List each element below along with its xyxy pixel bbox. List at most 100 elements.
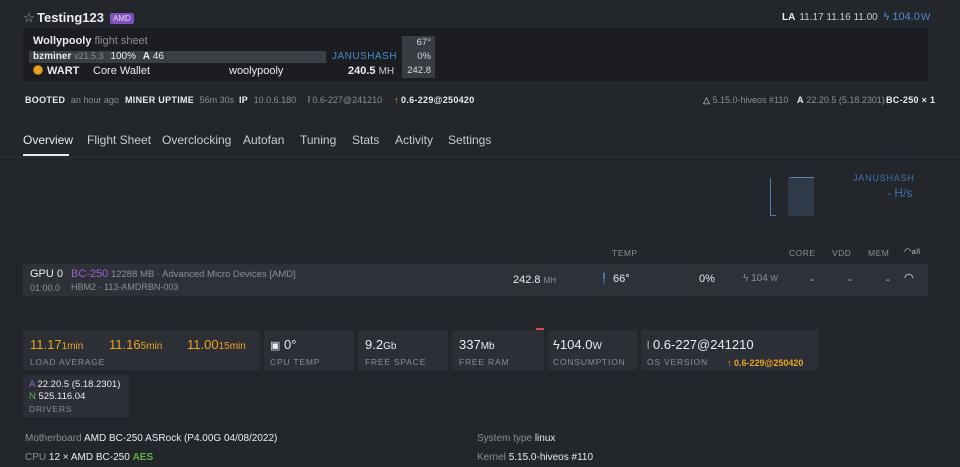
amd-driver: A 22.20.5 (5.18.2301) (29, 379, 120, 390)
consumption-label: CONSUMPTION (553, 357, 626, 367)
col-core: CORE (789, 248, 816, 258)
temp-bar-icon: ╿ (601, 274, 608, 285)
wart-coin-icon (33, 65, 43, 75)
stat-temp: 67° (416, 37, 431, 48)
amd-driver-info: A 22.20.5 (5.18.2301) (797, 95, 885, 105)
miner-line[interactable]: bzminer v21.5.3 100% A 46 (33, 51, 164, 62)
wallet-name: Core Wallet (93, 65, 151, 77)
tab-flight-sheet[interactable]: Flight Sheet (87, 133, 151, 147)
gpu-hashrate-unit: MH (543, 276, 557, 285)
la-1min: 11.171min (30, 337, 83, 352)
tab-autofan[interactable]: Autofan (243, 133, 284, 147)
tab-stats[interactable]: Stats (352, 133, 379, 147)
tab-overclocking[interactable]: Overclocking (162, 133, 231, 147)
gpu-core: - (810, 274, 814, 286)
col-vdd: VDD (832, 248, 852, 258)
tab-overview[interactable]: Overview (23, 133, 73, 147)
flight-sheet-title: Wollypooly (33, 35, 92, 47)
motherboard-value: AMD BC-250 ASRock (P4.00G 04/08/2022) (83, 433, 278, 444)
consumption-unit: W (592, 341, 602, 352)
tab-activity[interactable]: Activity (395, 133, 433, 147)
gauge-all-icon[interactable]: ◠all (904, 246, 920, 257)
consumption-icon: ϟ (553, 337, 560, 352)
gpu-temp-value: 66° (613, 273, 630, 285)
miner-a-label: A (142, 51, 151, 62)
nvidia-driver-letter: N (29, 391, 36, 402)
amd-driver-label: A (797, 95, 804, 105)
gpu-model-line: BC-250 12288 MB · Advanced Micro Devices… (71, 268, 296, 280)
sparkline-axis-base (770, 215, 776, 216)
gpu-gauge-icon[interactable]: ◠ (904, 271, 914, 284)
chart-algo: JANUSHASH (853, 173, 915, 183)
gpu-fan: 0% (699, 273, 715, 285)
miner-a-value: 46 (152, 51, 164, 62)
consumption-value: 104.0 (559, 337, 593, 352)
la5-unit: 5min (140, 341, 163, 352)
os-icon-card: ⦚ (647, 340, 650, 352)
os-update: 0.6-229@250420 (401, 95, 475, 105)
la5-value: 11.16 (109, 337, 141, 352)
drivers-label: DRIVERS (29, 404, 73, 414)
system-spec: System type linux (477, 433, 555, 444)
os-version-info: ⦚ 0.6-227@241210 (308, 95, 382, 106)
os-icon: ⦚ (308, 95, 310, 105)
tabs-divider (0, 157, 960, 158)
amd-driver-letter: A (29, 379, 35, 390)
gpu-vdd: - (848, 274, 852, 286)
os-update-card[interactable]: ↑ 0.6-229@250420 (727, 358, 803, 368)
kernel-label: Kernel (477, 452, 506, 463)
tab-settings[interactable]: Settings (448, 133, 491, 147)
free-space-unit: Gb (383, 341, 397, 352)
la-15min: 11.0015min (187, 337, 246, 352)
active-tab-underline (23, 154, 69, 156)
gpu-bus: 01:00.0 (30, 283, 61, 293)
cpu-temp: ▣ 0° (270, 337, 296, 352)
cpu-value: 12 × AMD BC-250 (48, 452, 130, 463)
hashrate-unit: MH (378, 66, 395, 77)
cpu-spec: CPU 12 × AMD BC-250 AES (25, 452, 153, 463)
system-label: System type (477, 433, 533, 444)
uptime-label: MINER UPTIME (125, 95, 195, 105)
amd-badge: AMD (110, 13, 134, 24)
free-ram-label: FREE RAM (459, 357, 510, 367)
upgrade-arrow-card-icon: ↑ (727, 358, 732, 368)
uptime-info: MINER UPTIME 56m 30s (125, 95, 234, 105)
la-5min: 11.165min (109, 337, 162, 352)
gpu-name: GPU 0 (30, 268, 64, 280)
gpu-memory: 12288 MB · Advanced Micro Devices [AMD] (110, 269, 296, 280)
uptime-value: 56m 30s (199, 95, 235, 105)
card-os-version: 0.6-227@241210 (652, 337, 754, 352)
consumption: ϟ104.0W (553, 337, 602, 352)
gpu-count: BC-250 × 1 (886, 95, 936, 105)
cpu-aes-flag: AES (132, 452, 154, 463)
os-version-value: ⦚ 0.6-227@241210 (647, 337, 754, 353)
stat-hash: 242.8 (407, 65, 431, 76)
all-label: all (911, 249, 921, 256)
la15-unit: 15min (218, 341, 246, 352)
gpu-power-icon: ϟ (743, 273, 749, 284)
rig-title: Testing123 (37, 10, 104, 25)
cpu-label: CPU (25, 452, 47, 463)
sparkline-axis (770, 178, 771, 216)
gpu-count-info: BC-250 × 1 (886, 95, 935, 105)
kernel-info: △ 5.15.0-hiveos #110 (703, 95, 788, 106)
hashrate-sparkline (788, 177, 814, 216)
nvidia-driver-version: 525.116.04 (38, 391, 86, 402)
ip-label: IP (239, 95, 249, 105)
hashrate-value: 240.5 (348, 65, 376, 77)
tab-tuning[interactable]: Tuning (300, 133, 336, 147)
gpu-power: ϟ 104 W (743, 273, 778, 284)
free-ram: 337Mb (459, 337, 495, 352)
favorite-star-icon[interactable]: ☆ (23, 10, 35, 26)
la-label: LOAD AVERAGE (30, 357, 106, 367)
miner-percent: 100% (110, 51, 137, 62)
la1-unit: 1min (61, 341, 84, 352)
flight-sheet-name[interactable]: Wollypooly flight sheet (33, 35, 148, 47)
cpu-chip-icon: ▣ (270, 340, 281, 352)
gpu-stats-box: 67° 0% 242.8 (402, 36, 435, 78)
pool-name: woolypooly (229, 65, 284, 77)
os-update-info[interactable]: ↑ 0.6-229@250420 (394, 95, 475, 105)
gpu-mem: - (886, 274, 890, 286)
chart-hashrate: - H/s (887, 186, 913, 200)
booted-value: an hour ago (70, 95, 119, 105)
